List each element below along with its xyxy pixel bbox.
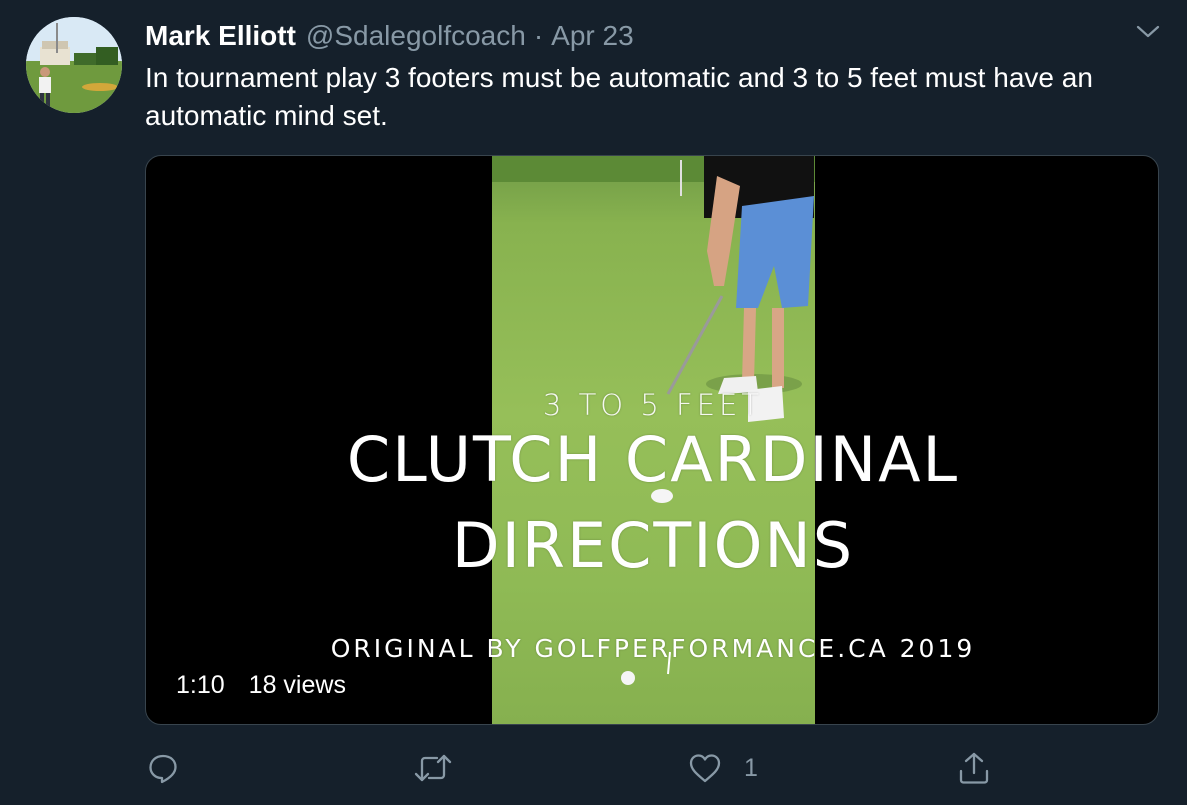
video-views: 18 views <box>248 671 346 699</box>
separator-dot: · <box>533 20 544 51</box>
heart-icon <box>688 752 722 784</box>
reply-icon <box>147 752 179 784</box>
video-player[interactable]: 3 TO 5 FEET CLUTCH CARDINAL DIRECTIONS O… <box>145 155 1159 725</box>
tweet-header: Mark Elliott @Sdalegolfcoach · Apr 23 <box>145 18 634 54</box>
video-overlay-credit: ORIGINAL BY GOLFPERFORMANCE.CA 2019 <box>330 634 976 663</box>
avatar-photo <box>26 17 122 113</box>
display-name[interactable]: Mark Elliott <box>145 20 296 52</box>
like-button[interactable]: 1 <box>688 748 758 788</box>
action-bar: 1 <box>0 748 1187 788</box>
like-count: 1 <box>744 753 758 782</box>
user-handle[interactable]: @Sdalegolfcoach <box>306 20 526 52</box>
video-duration: 1:10 <box>176 671 225 699</box>
reply-button[interactable] <box>147 748 179 788</box>
chevron-down-icon[interactable] <box>1130 20 1166 44</box>
share-button[interactable] <box>958 748 990 788</box>
retweet-button[interactable] <box>414 748 452 788</box>
tweet-text: In tournament play 3 footers must be aut… <box>145 62 1093 131</box>
retweet-icon <box>414 752 452 784</box>
video-meta: 1:10 18 views <box>176 671 346 700</box>
avatar[interactable] <box>26 17 122 113</box>
share-icon <box>958 751 990 785</box>
video-overlay-title-line2: DIRECTIONS <box>451 509 855 582</box>
tweet: Mark Elliott @Sdalegolfcoach · Apr 23 In… <box>0 0 1187 805</box>
video-overlay-title-line1: CLUTCH CARDINAL <box>346 423 960 496</box>
tweet-date[interactable]: Apr 23 <box>551 20 634 52</box>
video-overlay-subtitle: 3 TO 5 FEET <box>542 388 764 422</box>
